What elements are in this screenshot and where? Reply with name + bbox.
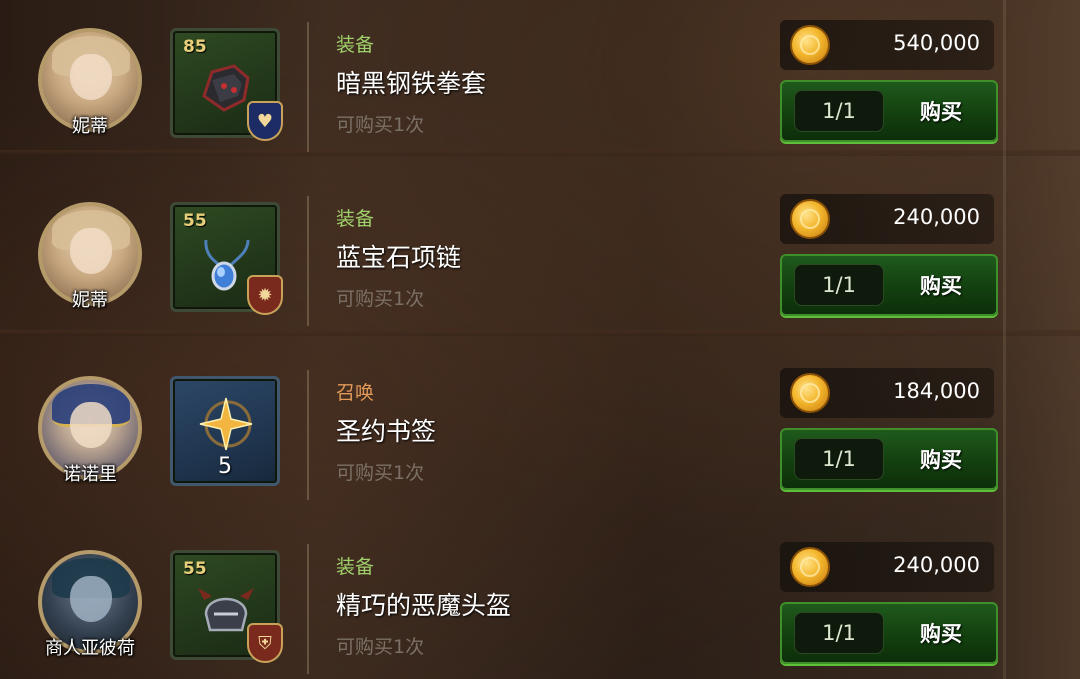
shop-list-item: 商人亚彼荷 55 ⛨ 装备 精巧的恶魔头盔 可购买1次 240,000 1/1 … bbox=[0, 522, 1080, 679]
bookmark-star-icon bbox=[191, 389, 261, 459]
purchase-limit: 可购买1次 bbox=[336, 636, 425, 658]
divider bbox=[307, 22, 309, 152]
item-price: 540,000 bbox=[893, 31, 980, 55]
item-price: 240,000 bbox=[893, 553, 980, 577]
gold-coin-icon bbox=[790, 199, 830, 239]
item-category: 装备 bbox=[336, 34, 375, 56]
item-name: 精巧的恶魔头盔 bbox=[336, 591, 512, 620]
shield-icon: ⛨ bbox=[247, 623, 283, 663]
item-icon-slot[interactable]: 55 ⛨ bbox=[170, 550, 283, 663]
npc-face bbox=[70, 54, 112, 100]
divider bbox=[307, 544, 309, 674]
npc-face bbox=[70, 576, 112, 622]
item-quantity: 5 bbox=[218, 454, 232, 479]
item-icon-slot[interactable]: 5 bbox=[170, 376, 280, 486]
stock-counter: 1/1 bbox=[794, 612, 884, 654]
buy-button-label: 购买 bbox=[920, 448, 962, 472]
divider bbox=[307, 196, 309, 326]
buy-button[interactable]: 1/1 购买 bbox=[780, 80, 998, 142]
npc-name: 妮蒂 bbox=[72, 290, 108, 311]
item-name: 圣约书签 bbox=[336, 417, 437, 446]
price-box: 240,000 bbox=[780, 194, 994, 244]
buy-button-label: 购买 bbox=[920, 622, 962, 646]
item-category: 装备 bbox=[336, 556, 375, 578]
buy-button-label: 购买 bbox=[920, 274, 962, 298]
item-category: 召唤 bbox=[336, 382, 375, 404]
buy-button-label: 购买 bbox=[920, 100, 962, 124]
item-name: 暗黑钢铁拳套 bbox=[336, 69, 487, 98]
price-box: 540,000 bbox=[780, 20, 994, 70]
purchase-limit: 可购买1次 bbox=[336, 114, 425, 136]
divider bbox=[307, 370, 309, 500]
item-price: 240,000 bbox=[893, 205, 980, 229]
purchase-limit: 可购买1次 bbox=[336, 462, 425, 484]
npc-name: 诺诺里 bbox=[63, 464, 117, 485]
gear-icon: ✹ bbox=[247, 275, 283, 315]
gold-coin-icon bbox=[790, 373, 830, 413]
item-name: 蓝宝石项链 bbox=[336, 243, 462, 272]
item-category: 装备 bbox=[336, 208, 375, 230]
price-box: 184,000 bbox=[780, 368, 994, 418]
npc-face bbox=[70, 228, 112, 274]
stock-counter: 1/1 bbox=[794, 90, 884, 132]
shop-list-item: 诺诺里 5 召唤 圣约书签 可购买1次 184,000 1/1 购买 bbox=[0, 348, 1080, 522]
heart-icon: ♥ bbox=[247, 101, 283, 141]
npc-name: 妮蒂 bbox=[72, 116, 108, 137]
item-price: 184,000 bbox=[893, 379, 980, 403]
buy-button[interactable]: 1/1 购买 bbox=[780, 254, 998, 316]
stock-counter: 1/1 bbox=[794, 264, 884, 306]
npc-face bbox=[70, 402, 112, 448]
item-icon-slot[interactable]: 85 ♥ bbox=[170, 28, 283, 141]
stock-counter: 1/1 bbox=[794, 438, 884, 480]
purchase-limit: 可购买1次 bbox=[336, 288, 425, 310]
buy-button[interactable]: 1/1 购买 bbox=[780, 428, 998, 490]
npc-name: 商人亚彼荷 bbox=[45, 638, 135, 659]
price-box: 240,000 bbox=[780, 542, 994, 592]
buy-button[interactable]: 1/1 购买 bbox=[780, 602, 998, 664]
gold-coin-icon bbox=[790, 547, 830, 587]
item-icon-slot[interactable]: 55 ✹ bbox=[170, 202, 283, 315]
gold-coin-icon bbox=[790, 25, 830, 65]
shop-list-item: 妮蒂 55 ✹ 装备 蓝宝石项链 可购买1次 240,000 1/1 购买 bbox=[0, 174, 1080, 348]
shop-list-item: 妮蒂 85 ♥ 装备 暗黑钢铁拳套 可购买1次 540,000 1/1 购买 bbox=[0, 0, 1080, 174]
